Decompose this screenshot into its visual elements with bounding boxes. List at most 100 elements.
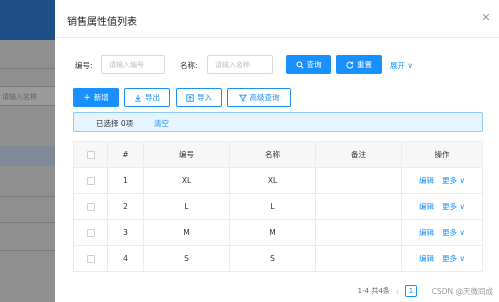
row-code: M	[144, 220, 230, 245]
reset-icon	[346, 61, 354, 69]
expand-toggle[interactable]: 展开 ∨	[390, 60, 413, 71]
plus-icon: +	[83, 92, 91, 103]
edit-link[interactable]: 编辑	[419, 253, 434, 264]
row-checkbox[interactable]	[86, 228, 95, 237]
clear-selection-link[interactable]: 清空	[154, 118, 169, 129]
select-all-cell	[74, 142, 108, 167]
add-button[interactable]: + 新增	[73, 88, 119, 107]
name-input[interactable]	[208, 56, 272, 73]
import-button-label: 导入	[197, 93, 212, 102]
reset-button-label: 重置	[357, 60, 372, 69]
row-select-cell	[74, 220, 108, 245]
chevron-down-icon: ∨	[459, 254, 465, 263]
selection-info: 已选择 0项	[96, 119, 134, 128]
code-input-wrapper	[101, 55, 165, 74]
edit-link[interactable]: 编辑	[419, 227, 434, 238]
watermark: CSDN @天微同成	[431, 287, 493, 296]
upload-icon	[186, 93, 194, 102]
row-index: 1	[108, 168, 144, 193]
row-actions: 编辑 更多 ∨	[402, 168, 482, 193]
page-button-current[interactable]: 1	[405, 285, 417, 297]
row-index: 3	[108, 220, 144, 245]
table-header: # 编号 名称 备注 操作	[74, 142, 482, 168]
code-label: 编号:	[75, 61, 93, 70]
table-row: 1 XL XL 编辑 更多 ∨	[74, 168, 482, 194]
row-index: 4	[108, 246, 144, 271]
edit-link[interactable]: 编辑	[419, 201, 434, 212]
advanced-query-button[interactable]: 高级查询	[227, 88, 291, 107]
background-search-placeholder: 请输入名称	[2, 93, 37, 101]
more-label: 更多	[442, 228, 458, 237]
row-actions: 编辑 更多 ∨	[402, 194, 482, 219]
more-label: 更多	[442, 202, 458, 211]
row-code: XL	[144, 168, 230, 193]
close-icon[interactable]: ✕	[481, 12, 491, 23]
more-label: 更多	[442, 176, 458, 185]
column-header-code: 编号	[144, 142, 230, 167]
column-header-name: 名称	[230, 142, 316, 167]
query-button[interactable]: 查询	[286, 55, 331, 74]
add-button-label: 新增	[93, 93, 109, 102]
filter-icon	[238, 94, 247, 102]
column-header-remark: 备注	[316, 142, 402, 167]
chevron-down-icon: ∨	[459, 228, 465, 237]
search-icon	[295, 60, 304, 69]
export-button[interactable]: 导出	[124, 88, 170, 107]
edit-link[interactable]: 编辑	[419, 175, 434, 186]
pagination-summary: 1-4 共4条	[357, 287, 390, 295]
row-select-cell	[74, 168, 108, 193]
row-name: XL	[230, 168, 316, 193]
download-icon	[135, 94, 141, 102]
row-code: L	[144, 194, 230, 219]
chevron-down-icon: ∨	[459, 202, 465, 211]
selection-alert: 已选择 0项 清空	[73, 112, 483, 132]
row-remark	[316, 220, 402, 245]
background-search-input: 请输入名称	[0, 86, 60, 106]
chevron-down-icon: ∨	[459, 176, 465, 185]
dialog-header: 销售属性值列表 ✕	[55, 0, 499, 38]
row-remark	[316, 194, 402, 219]
code-input[interactable]	[102, 56, 164, 73]
row-actions: 编辑 更多 ∨	[402, 246, 482, 271]
attribute-value-dialog: 销售属性值列表 ✕ 编号: 名称: 查询 重置 展开 ∨ + 新增	[55, 0, 499, 302]
reset-button[interactable]: 重置	[336, 55, 382, 74]
select-all-checkbox[interactable]	[86, 150, 95, 159]
row-code: S	[144, 246, 230, 271]
name-input-wrapper	[207, 55, 273, 74]
row-select-cell	[74, 194, 108, 219]
advanced-query-label: 高级查询	[249, 93, 280, 102]
table-row: 4 S S 编辑 更多 ∨	[74, 246, 482, 272]
row-checkbox[interactable]	[86, 176, 95, 185]
import-button[interactable]: 导入	[176, 88, 222, 107]
more-dropdown[interactable]: 更多 ∨	[442, 201, 465, 212]
row-actions: 编辑 更多 ∨	[402, 220, 482, 245]
name-label: 名称:	[180, 61, 198, 70]
row-index: 2	[108, 194, 144, 219]
pagination: 1-4 共4条 ‹ 1	[358, 284, 417, 298]
table-row: 3 M M 编辑 更多 ∨	[74, 220, 482, 246]
column-header-actions: 操作	[434, 150, 450, 159]
row-select-cell	[74, 246, 108, 271]
toolbar: + 新增 导出 导入 高级查询	[55, 87, 499, 107]
row-checkbox[interactable]	[86, 254, 95, 263]
search-form: 编号: 名称: 查询 重置 展开 ∨	[55, 54, 499, 76]
dialog-title: 销售属性值列表	[67, 17, 137, 28]
export-button-label: 导出	[145, 93, 160, 102]
more-label: 更多	[442, 254, 458, 263]
chevron-down-icon: ∨	[407, 61, 413, 70]
column-header-index: #	[108, 142, 144, 167]
chevron-left-icon[interactable]: ‹	[396, 287, 399, 296]
query-button-label: 查询	[306, 60, 322, 69]
row-remark	[316, 246, 402, 271]
row-name: S	[230, 246, 316, 271]
more-dropdown[interactable]: 更多 ∨	[442, 253, 465, 264]
table-row: 2 L L 编辑 更多 ∨	[74, 194, 482, 220]
row-checkbox[interactable]	[86, 202, 95, 211]
data-table: # 编号 名称 备注 操作 1 XL XL 编辑 更多 ∨ 2 L L 编辑 更…	[73, 141, 483, 272]
more-dropdown[interactable]: 更多 ∨	[442, 227, 465, 238]
row-name: L	[230, 194, 316, 219]
row-remark	[316, 168, 402, 193]
row-name: M	[230, 220, 316, 245]
expand-label: 展开	[390, 61, 405, 70]
more-dropdown[interactable]: 更多 ∨	[442, 175, 465, 186]
